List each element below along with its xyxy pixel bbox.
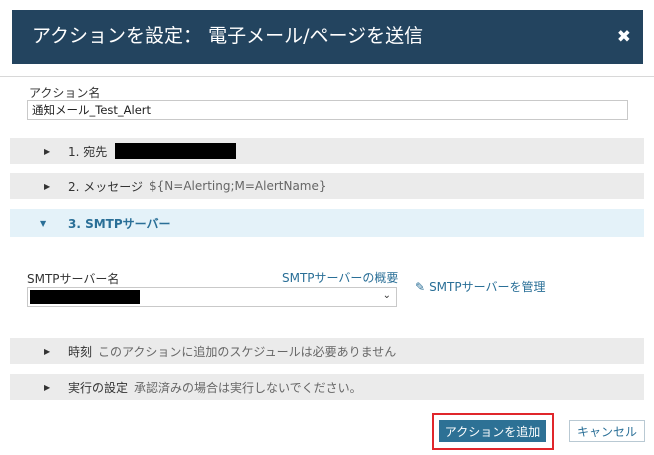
- section-execution-title: 実行の設定: [68, 380, 129, 395]
- smtp-server-select[interactable]: ⌄: [27, 287, 397, 307]
- redacted-smtp-server: [30, 290, 140, 304]
- close-icon[interactable]: ✖: [617, 27, 631, 47]
- caret-right-icon: ▶: [44, 382, 51, 392]
- manage-smtp-label: SMTPサーバーを管理: [429, 280, 546, 294]
- redacted-recipients: [115, 143, 237, 159]
- caret-down-icon: ▼: [40, 218, 47, 228]
- section-smtp[interactable]: ▼ 3. SMTPサーバー: [10, 209, 644, 237]
- dialog-header: アクションを設定： 電子メール/ページを送信 ✖: [12, 10, 643, 64]
- cancel-button[interactable]: キャンセル: [569, 420, 645, 442]
- caret-right-icon: ▶: [44, 146, 51, 156]
- section-message[interactable]: ▶ 2. メッセージ ${N=Alerting;M=AlertName}: [10, 173, 644, 199]
- add-action-button[interactable]: アクションを追加: [439, 420, 546, 442]
- header-divider: [0, 76, 654, 77]
- action-name-label: アクション名: [29, 86, 101, 100]
- chevron-down-icon: ⌄: [382, 290, 391, 301]
- section-message-subtitle: ${N=Alerting;M=AlertName}: [149, 179, 327, 193]
- action-name-input[interactable]: [27, 100, 628, 120]
- smtp-overview-link[interactable]: SMTPサーバーの概要: [282, 269, 398, 286]
- pencil-icon: ✎: [415, 280, 426, 294]
- section-message-title: 2. メッセージ: [68, 179, 144, 194]
- section-recipients[interactable]: ▶ 1. 宛先: [10, 138, 644, 164]
- section-recipients-title: 1. 宛先: [68, 144, 108, 159]
- dialog-title: アクションを設定： 電子メール/ページを送信: [32, 25, 424, 47]
- section-time-title: 時刻: [68, 344, 93, 359]
- caret-right-icon: ▶: [44, 181, 51, 191]
- section-execution-subtitle: 承認済みの場合は実行しないでください。: [134, 380, 362, 395]
- caret-right-icon: ▶: [44, 346, 51, 356]
- section-execution[interactable]: ▶ 実行の設定 承認済みの場合は実行しないでください。: [10, 374, 644, 400]
- section-smtp-title: 3. SMTPサーバー: [68, 216, 171, 231]
- section-time-subtitle: このアクションに追加のスケジュールは必要ありません: [98, 344, 397, 359]
- manage-smtp-link[interactable]: ✎ SMTPサーバーを管理: [415, 278, 545, 295]
- section-time[interactable]: ▶ 時刻 このアクションに追加のスケジュールは必要ありません: [10, 338, 644, 364]
- smtp-server-label: SMTPサーバー名: [27, 272, 120, 286]
